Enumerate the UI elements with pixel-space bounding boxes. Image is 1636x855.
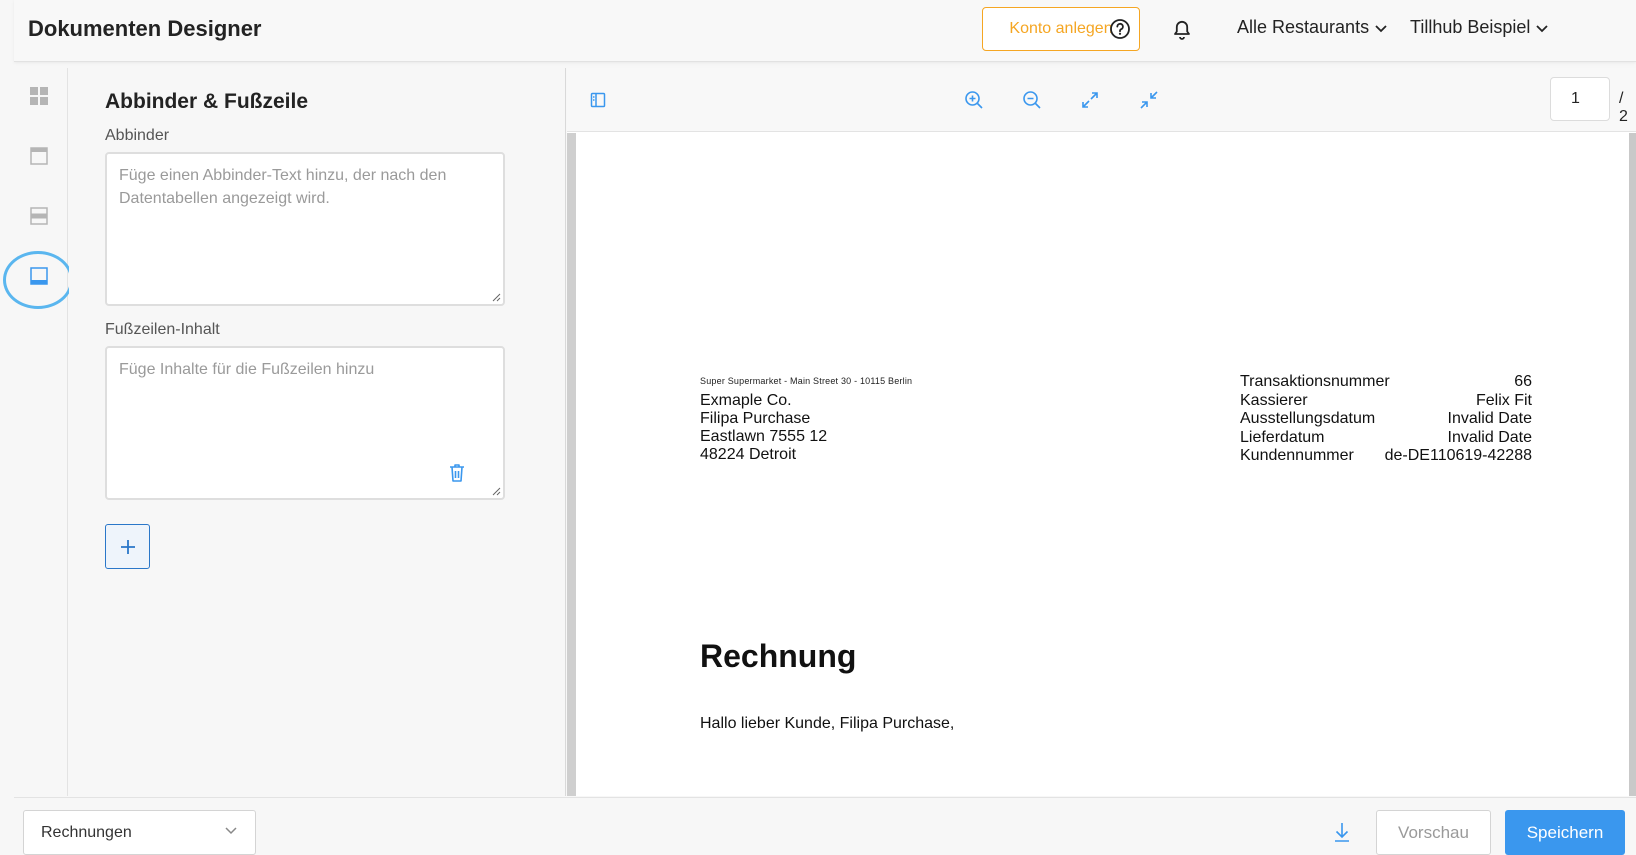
document-canvas[interactable]: Super Supermarket - Main Street 30 - 101… (567, 133, 1636, 796)
preview-toolbar: / 2 (567, 68, 1636, 132)
document-title: Rechnung (700, 638, 857, 674)
add-footer-content-button[interactable] (105, 524, 150, 569)
bell-icon[interactable] (1170, 17, 1194, 41)
restaurants-dropdown[interactable]: Alle Restaurants (1237, 17, 1387, 38)
help-icon[interactable] (1108, 17, 1132, 41)
app-root: Dokumenten Designer Konto anlegen Alle R… (3, 0, 1636, 855)
preview-scrollbar[interactable] (1629, 133, 1636, 796)
info-value: 66 (1514, 373, 1532, 390)
address-line: Exmaple Co. (700, 392, 792, 409)
address-line: 48224 Detroit (700, 446, 797, 463)
document-info-block: Transaktionsnummer 66 Kassierer Felix Fit … (1240, 373, 1532, 466)
document-type-value: Rechnungen (41, 823, 132, 841)
sidebar-toggle-icon[interactable] (586, 88, 610, 112)
chevron-down-icon (225, 827, 237, 835)
info-value: de-DE110619-42288 (1384, 447, 1532, 464)
info-value: Invalid Date (1447, 410, 1533, 427)
info-label: Kundennummer (1240, 447, 1354, 464)
info-label: Kassierer (1240, 391, 1308, 409)
body-layout-icon[interactable] (27, 204, 51, 228)
footer-content-label: Fußzeilen-Inhalt (105, 321, 220, 338)
info-row: Transaktionsnummer 66 (1240, 373, 1532, 392)
document-type-select[interactable]: Rechnungen (23, 810, 256, 855)
info-row: Lieferdatum Invalid Date (1240, 429, 1532, 448)
recipient-address: Exmaple Co. Filipa Purchase Eastlawn 755… (700, 392, 827, 464)
bottom-action-bar: Rechnungen Vorschau Speichern (14, 797, 1636, 855)
document-preview: / 2 Super Supermarket - Main Street 30 -… (567, 68, 1636, 796)
header-layout-icon[interactable] (27, 144, 51, 168)
panel-title: Abbinder & Fußzeile (105, 90, 309, 113)
document-greeting: Hallo lieber Kunde, Filipa Purchase, (700, 715, 955, 732)
page-number-input[interactable] (1550, 77, 1610, 121)
restaurants-dropdown-label: Alle Restaurants (1237, 17, 1370, 37)
plus-icon (120, 539, 135, 554)
abbinder-textarea[interactable]: Füge einen Abbinder-Text hinzu, der nach… (105, 152, 505, 306)
section-rail (3, 68, 73, 796)
download-icon[interactable] (1332, 820, 1352, 844)
address-line: Eastlawn 7555 12 (700, 428, 828, 445)
info-row: Ausstellungsdatum Invalid Date (1240, 410, 1532, 429)
expand-icon[interactable] (1078, 88, 1102, 112)
page-title: Dokumenten Designer (28, 16, 262, 41)
trash-icon[interactable] (447, 462, 467, 484)
abbinder-placeholder: Füge einen Abbinder-Text hinzu, der nach… (119, 167, 447, 207)
chevron-down-icon (1536, 24, 1549, 32)
resize-grip-icon[interactable] (491, 292, 501, 302)
top-header: Dokumenten Designer Konto anlegen Alle R… (14, 0, 1636, 62)
zoom-out-icon[interactable] (1020, 88, 1044, 112)
abbinder-label: Abbinder (105, 127, 170, 144)
footer-content-placeholder: Füge Inhalte für die Fußzeilen hinzu (119, 361, 375, 378)
info-row: Kassierer Felix Fit (1240, 392, 1532, 411)
info-value: Felix Fit (1476, 391, 1532, 409)
zoom-in-icon[interactable] (962, 88, 986, 112)
page-total: / 2 (1619, 90, 1628, 125)
info-row: Kundennummer de-DE110619-42288 (1240, 447, 1532, 466)
info-value: Invalid Date (1447, 428, 1533, 446)
document-page: Super Supermarket - Main Street 30 - 101… (576, 133, 1629, 796)
account-dropdown[interactable]: Tillhub Beispiel (1410, 17, 1549, 38)
sender-line: Super Supermarket - Main Street 30 - 101… (700, 376, 913, 386)
chevron-down-icon (1375, 24, 1387, 32)
grid-icon[interactable] (27, 84, 51, 108)
info-label: Ausstellungsdatum (1240, 410, 1376, 427)
footer-content-textarea[interactable]: Füge Inhalte für die Fußzeilen hinzu (105, 346, 505, 500)
settings-panel: Abbinder & Fußzeile Abbinder Füge einen … (69, 68, 566, 796)
resize-grip-icon[interactable] (491, 486, 501, 496)
collapse-icon[interactable] (1137, 88, 1161, 112)
save-button[interactable]: Speichern (1505, 810, 1625, 855)
info-label: Transaktionsnummer (1240, 373, 1390, 390)
preview-button[interactable]: Vorschau (1376, 810, 1491, 855)
active-section-highlight (3, 251, 73, 309)
account-dropdown-label: Tillhub Beispiel (1410, 17, 1531, 37)
info-label: Lieferdatum (1240, 428, 1325, 446)
address-line: Filipa Purchase (700, 410, 811, 427)
